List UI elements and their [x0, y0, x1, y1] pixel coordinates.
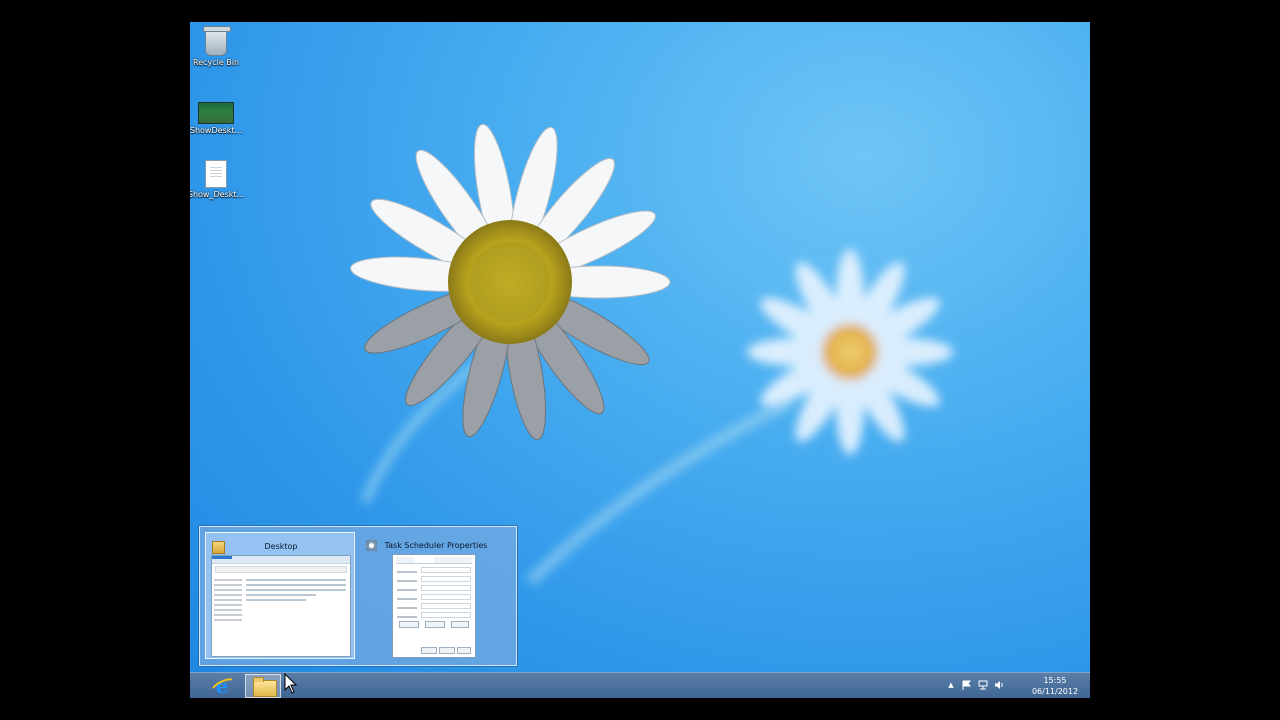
preview-nav-pane [214, 576, 242, 624]
desktop-screen: Recycle Bin ShowDeskt... Show_Deskt... D… [190, 22, 1090, 698]
system-tray: ▲ 15:55 06/11/2012 [940, 673, 1080, 698]
taskbar-clock[interactable]: 15:55 06/11/2012 [1030, 675, 1080, 697]
preview-ok-button [421, 647, 437, 654]
explorer-window-preview [211, 555, 351, 657]
action-center-flag-icon[interactable] [962, 680, 972, 690]
properties-dialog-preview [392, 554, 476, 658]
desktop-icon-label: Show_Deskt... [190, 190, 245, 199]
clock-date: 06/11/2012 [1031, 687, 1079, 696]
text-document-icon [205, 160, 227, 188]
folder-icon [253, 677, 277, 697]
mouse-cursor [284, 673, 298, 694]
preview-button [399, 621, 419, 628]
desktop-icon-showdesktop-video[interactable]: ShowDeskt... [190, 96, 246, 135]
recycle-bin-icon [203, 26, 231, 56]
clock-time: 15:55 [1043, 676, 1067, 685]
thumbnail-desktop-window[interactable]: Desktop [205, 532, 355, 659]
thumbnail-title: Task Scheduler Properties [366, 537, 506, 555]
thumbnail-task-scheduler-properties[interactable]: Task Scheduler Properties [360, 532, 510, 659]
video-file-icon [198, 102, 234, 124]
preview-tabs [396, 557, 472, 564]
preview-button [425, 621, 445, 628]
preview-ribbon [212, 556, 350, 564]
thumbnail-title-text: Desktop [264, 542, 298, 551]
folder-icon [212, 541, 225, 554]
desktop-icon-label: ShowDeskt... [190, 126, 243, 135]
desktop-icon-showdesktop-document[interactable]: Show_Deskt... [190, 158, 246, 199]
preview-address-bar [215, 566, 347, 573]
preview-file-list [246, 576, 346, 604]
taskbar-file-explorer-button[interactable] [245, 674, 281, 698]
taskbar-internet-explorer-button[interactable]: e [203, 674, 240, 698]
thumbnail-title: Desktop [212, 538, 350, 556]
taskbar: e ▲ 15:55 06/11/2012 [190, 672, 1090, 698]
preview-button [451, 621, 469, 628]
volume-icon[interactable] [994, 680, 1004, 690]
preview-cancel-button [439, 647, 455, 654]
desktop-icon-label: Recycle Bin [192, 58, 240, 67]
show-hidden-icons-button[interactable]: ▲ [946, 680, 956, 690]
desktop-icon-recycle-bin[interactable]: Recycle Bin [190, 26, 246, 67]
task-scheduler-icon [366, 540, 377, 551]
taskbar-thumbnail-popup: Desktop Task Scheduler Properties [199, 526, 517, 666]
network-icon[interactable] [978, 680, 988, 690]
thumbnail-title-text: Task Scheduler Properties [384, 541, 488, 550]
preview-apply-button [457, 647, 471, 654]
